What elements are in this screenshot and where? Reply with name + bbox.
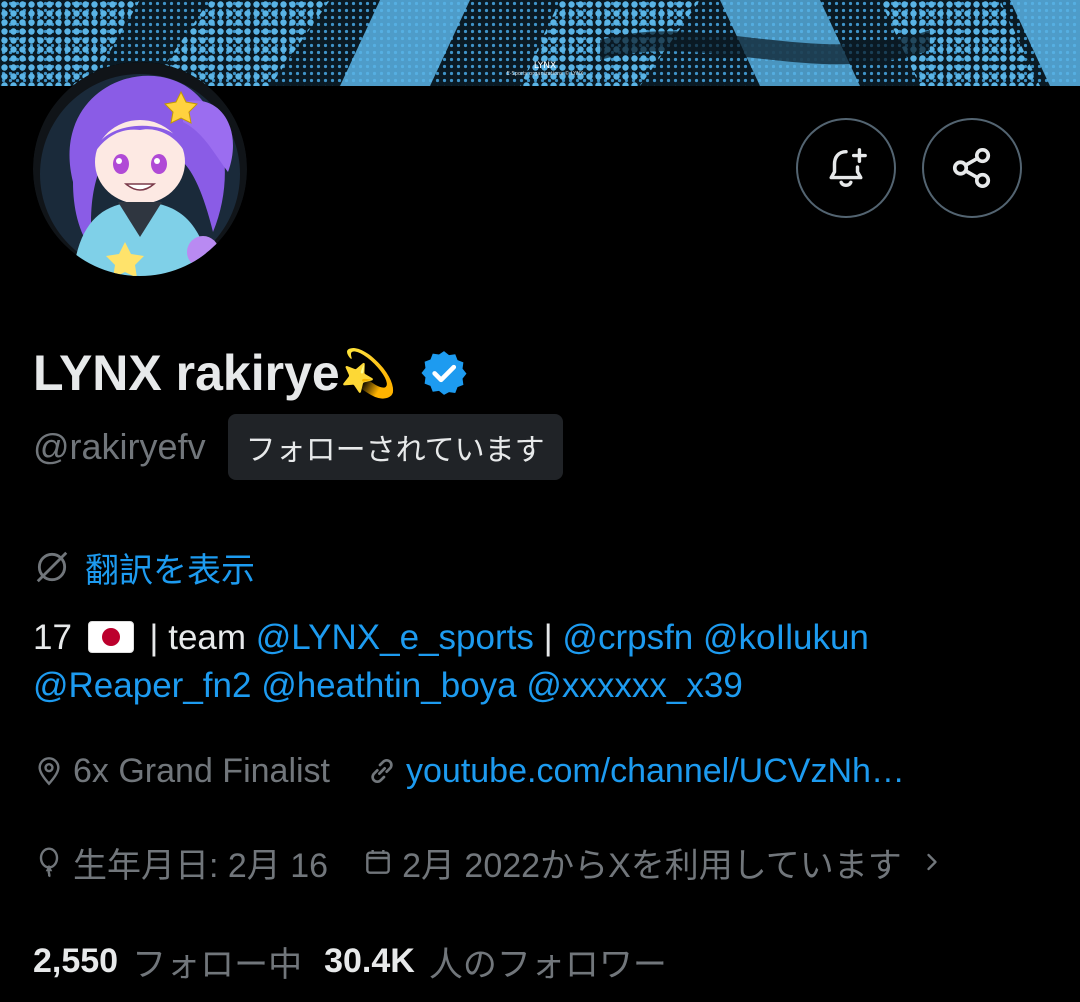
followers-count: 30.4K bbox=[324, 941, 415, 980]
chevron-right-icon bbox=[927, 853, 937, 871]
website-link[interactable]: youtube.com/channel/UCVzNh… bbox=[366, 752, 905, 791]
followers-stat[interactable]: 30.4K 人のフォロワー bbox=[324, 937, 667, 986]
username-handle: @rakiryefv bbox=[33, 426, 206, 467]
location: 6x Grand Finalist bbox=[33, 752, 330, 791]
notifications-button[interactable] bbox=[796, 118, 896, 218]
follow-stats: 2,550 フォロー中 30.4K 人のフォロワー bbox=[33, 936, 667, 986]
verified-badge-icon[interactable] bbox=[419, 348, 469, 398]
profile-meta-row-2: 生年月日: 2月 16 2月 2022からXを利用しています bbox=[33, 836, 946, 888]
joined-text: 2月 2022からXを利用しています bbox=[402, 846, 902, 885]
japan-flag-icon bbox=[87, 621, 134, 653]
birthday-text: 生年月日: 2月 16 bbox=[73, 846, 329, 885]
dizzy-emoji: 💫 bbox=[339, 346, 397, 399]
bio-separator: | bbox=[543, 618, 553, 657]
mention-crpsfn[interactable]: @crpsfn bbox=[562, 618, 693, 657]
following-count: 2,550 bbox=[33, 941, 119, 980]
mention-koilukun[interactable]: @koIlukun bbox=[703, 618, 869, 657]
bio-age: 17 bbox=[33, 618, 72, 657]
banner-logo: LYNX E-Sports organizations © LYNX bbox=[506, 61, 584, 78]
bell-plus-icon bbox=[829, 148, 867, 187]
display-name-text: LYNX rakirye bbox=[33, 345, 340, 401]
location-text: 6x Grand Finalist bbox=[73, 751, 330, 790]
bio-team-text: | team bbox=[149, 618, 247, 657]
balloon-icon bbox=[39, 847, 59, 878]
profile-meta-row-1: 6x Grand Finalist youtube.com/channel/UC… bbox=[33, 746, 905, 796]
display-name: LYNX rakirye 💫 bbox=[33, 338, 469, 408]
birthday: 生年月日: 2月 16 bbox=[33, 838, 328, 887]
handle-row: @rakiryefv フォローされています bbox=[33, 414, 563, 480]
mention-lynx-e-sports[interactable]: @LYNX_e_sports bbox=[256, 618, 534, 657]
following-label: フォロー中 bbox=[132, 945, 303, 984]
mention-heathtin-boya[interactable]: @heathtin_boya bbox=[261, 666, 516, 705]
mention-xxxxxx-x39[interactable]: @xxxxxx_x39 bbox=[526, 666, 742, 705]
translate-bio-link[interactable]: 翻訳を表示 bbox=[33, 542, 255, 592]
location-pin-icon bbox=[38, 757, 60, 786]
share-icon bbox=[952, 147, 991, 189]
globe-slash-icon bbox=[36, 551, 68, 583]
calendar-icon bbox=[366, 850, 390, 874]
avatar[interactable] bbox=[33, 62, 247, 276]
website-link-text[interactable]: youtube.com/channel/UCVzNh… bbox=[406, 752, 905, 791]
following-stat[interactable]: 2,550 フォロー中 bbox=[33, 937, 302, 986]
share-button[interactable] bbox=[922, 118, 1022, 218]
follows-you-badge: フォローされています bbox=[227, 414, 563, 480]
bio: 17 | team @LYNX_e_sports | @crpsfn @koIl… bbox=[33, 614, 1043, 710]
translate-label: 翻訳を表示 bbox=[85, 551, 255, 590]
mention-reaper-fn2[interactable]: @Reaper_fn2 bbox=[33, 666, 251, 705]
followers-label: 人のフォロワー bbox=[428, 945, 667, 984]
joined-date[interactable]: 2月 2022からXを利用しています bbox=[362, 838, 946, 887]
link-icon bbox=[371, 758, 393, 784]
